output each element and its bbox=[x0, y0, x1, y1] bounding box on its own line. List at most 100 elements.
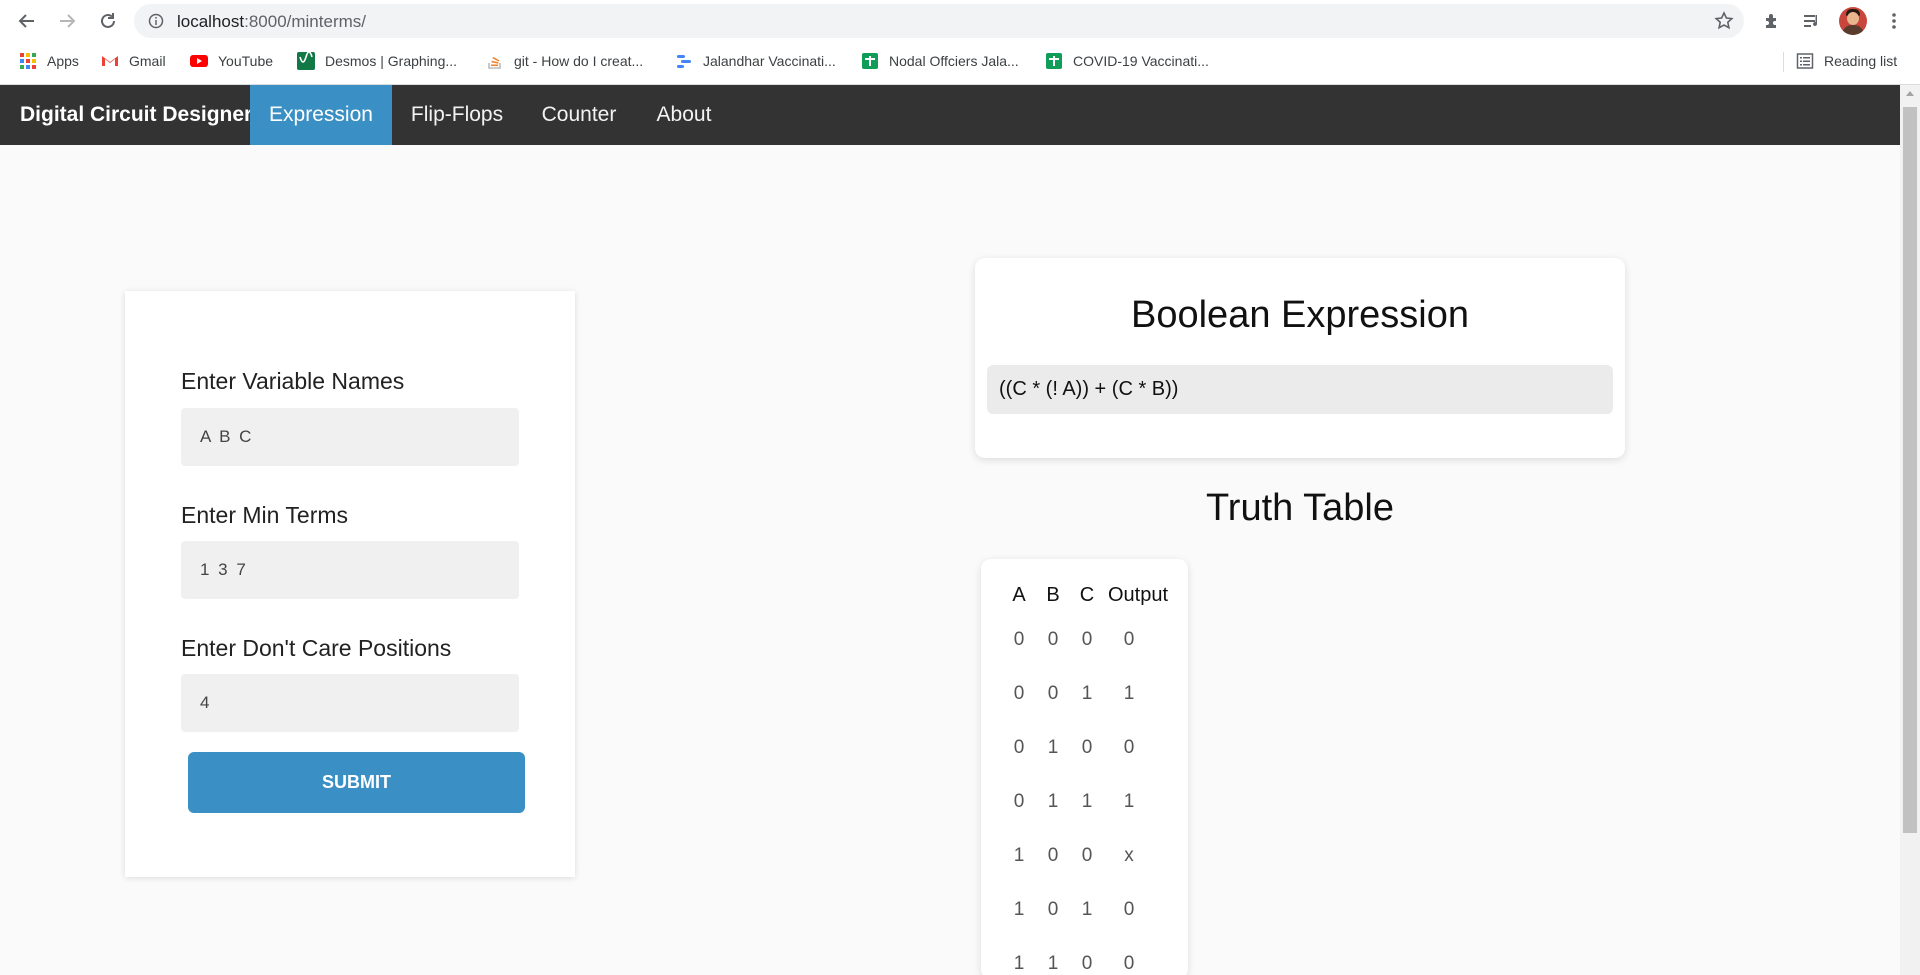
table-cell: 1 bbox=[1013, 845, 1025, 866]
bookmark-label: YouTube bbox=[218, 53, 274, 69]
nav-flip-flops[interactable]: Flip-Flops bbox=[392, 85, 522, 145]
desmos-icon bbox=[297, 51, 315, 70]
table-cell: 0 bbox=[1081, 953, 1093, 974]
bookmark-youtube[interactable]: YouTube bbox=[190, 50, 273, 72]
bookmark-desmos[interactable]: Desmos | Graphing... bbox=[297, 50, 457, 72]
bookmark-label: COVID-19 Vaccinati... bbox=[1073, 53, 1209, 69]
nav-about[interactable]: About bbox=[636, 85, 732, 145]
bookmark-gmail[interactable]: Gmail bbox=[101, 50, 166, 72]
table-cell: 0 bbox=[1013, 737, 1025, 758]
scroll-up-arrow-icon[interactable] bbox=[1906, 91, 1914, 96]
table-header-output: Output bbox=[1107, 584, 1169, 606]
url-text: localhost:8000/minterms/ bbox=[177, 12, 366, 31]
nav-expression[interactable]: Expression bbox=[250, 85, 392, 145]
bookmark-label: Jalandhar Vaccinati... bbox=[703, 53, 836, 69]
table-cell: 1 bbox=[1047, 737, 1059, 758]
reading-list-icon bbox=[1796, 52, 1814, 70]
info-icon[interactable] bbox=[148, 13, 164, 29]
expression-card: Boolean Expression ((C * (! A)) + (C * B… bbox=[975, 258, 1625, 458]
table-cell: 0 bbox=[1123, 953, 1135, 974]
media-control-icon[interactable] bbox=[1801, 10, 1823, 32]
minterm-form-card: Enter Variable Names Enter Min Terms Ent… bbox=[125, 291, 575, 877]
bookmark-star-icon[interactable] bbox=[1714, 11, 1734, 31]
table-cell: 1 bbox=[1123, 683, 1135, 704]
table-cell: 0 bbox=[1047, 629, 1059, 650]
forward-button[interactable] bbox=[55, 9, 79, 33]
table-cell: 0 bbox=[1081, 845, 1093, 866]
dontcare-input[interactable] bbox=[181, 674, 519, 732]
stackoverflow-icon bbox=[486, 52, 504, 70]
table-cell: 0 bbox=[1123, 737, 1135, 758]
table-header-b: B bbox=[1046, 584, 1060, 606]
reload-icon bbox=[101, 13, 115, 28]
youtube-icon bbox=[190, 52, 208, 70]
table-cell: 1 bbox=[1013, 953, 1025, 974]
expression-title: Boolean Expression bbox=[1131, 294, 1469, 336]
submit-button[interactable]: SUBMIT bbox=[188, 752, 525, 813]
bookmark-label: Desmos | Graphing... bbox=[325, 53, 458, 69]
table-cell: 0 bbox=[1123, 899, 1135, 920]
address-bar[interactable]: localhost:8000/minterms/ bbox=[134, 4, 1744, 38]
truth-table-title: Truth Table bbox=[1206, 487, 1394, 529]
table-header-a: A bbox=[1012, 584, 1026, 606]
variables-input[interactable] bbox=[181, 408, 519, 466]
bookmark-nodal[interactable]: Nodal Offciers Jala... bbox=[861, 50, 1019, 72]
table-cell: 1 bbox=[1047, 953, 1059, 974]
table-cell: 0 bbox=[1013, 629, 1025, 650]
minterms-label: Enter Min Terms bbox=[181, 502, 349, 528]
google-ads-icon bbox=[675, 52, 693, 70]
table-cell: 1 bbox=[1081, 683, 1093, 704]
table-cell: 1 bbox=[1081, 791, 1093, 812]
arrow-right-icon bbox=[60, 14, 76, 28]
browser-chrome: localhost:8000/minterms/ Apps Gmail YouT… bbox=[0, 0, 1920, 84]
dontcare-label: Enter Don't Care Positions bbox=[181, 635, 452, 661]
reading-list-label: Reading list bbox=[1824, 53, 1898, 69]
table-cell: 0 bbox=[1047, 845, 1059, 866]
variables-label: Enter Variable Names bbox=[181, 368, 405, 394]
table-cell: 0 bbox=[1081, 629, 1093, 650]
gmail-icon bbox=[101, 52, 119, 70]
more-menu-icon[interactable] bbox=[1883, 10, 1905, 32]
profile-avatar[interactable] bbox=[1839, 7, 1867, 35]
table-header-c: C bbox=[1079, 584, 1095, 606]
table-cell: 0 bbox=[1081, 737, 1093, 758]
table-cell: 0 bbox=[1013, 683, 1025, 704]
bookmark-apps[interactable]: Apps bbox=[19, 50, 79, 72]
truth-table: A B C Output 0 0 0 0 0 0 1 1 0 1 0 0 0 1… bbox=[981, 559, 1188, 975]
table-cell: x bbox=[1124, 845, 1134, 866]
table-cell: 1 bbox=[1123, 791, 1135, 812]
arrow-left-icon bbox=[18, 14, 34, 28]
bookmark-jalandhar[interactable]: Jalandhar Vaccinati... bbox=[675, 50, 836, 72]
table-cell: 0 bbox=[1047, 899, 1059, 920]
bookmark-label: Gmail bbox=[129, 53, 166, 69]
reload-button[interactable] bbox=[96, 9, 120, 33]
brand-title[interactable]: Digital Circuit Designer bbox=[20, 85, 252, 145]
table-cell: 0 bbox=[1123, 629, 1135, 650]
google-sheets-icon bbox=[1045, 52, 1063, 70]
expression-value: ((C * (! A)) + (C * B)) bbox=[999, 378, 1179, 400]
table-cell: 1 bbox=[1013, 899, 1025, 920]
reading-list-button[interactable]: Reading list bbox=[1796, 50, 1897, 72]
bookmark-label: git - How do I creat... bbox=[514, 53, 644, 69]
bookmarks-bar: Apps Gmail YouTube Desmos | Graphing... … bbox=[0, 46, 1920, 76]
apps-grid-icon bbox=[19, 52, 37, 70]
extensions-icon[interactable] bbox=[1761, 10, 1783, 32]
page-scrollbar[interactable] bbox=[1900, 85, 1920, 975]
bookmark-git[interactable]: git - How do I creat... bbox=[486, 50, 643, 72]
table-cell: 1 bbox=[1047, 791, 1059, 812]
table-cell: 0 bbox=[1047, 683, 1059, 704]
table-cell: 0 bbox=[1013, 791, 1025, 812]
table-cell: 1 bbox=[1081, 899, 1093, 920]
bookmark-label: Nodal Offciers Jala... bbox=[889, 53, 1019, 69]
scrollbar-thumb[interactable] bbox=[1903, 107, 1917, 833]
back-button[interactable] bbox=[15, 9, 39, 33]
app-navbar: Digital Circuit Designer Expression Flip… bbox=[0, 85, 1900, 145]
minterms-input[interactable] bbox=[181, 541, 519, 599]
bookmarks-divider bbox=[1783, 52, 1784, 72]
nav-counter[interactable]: Counter bbox=[522, 85, 636, 145]
browser-toolbar: localhost:8000/minterms/ bbox=[0, 0, 1920, 42]
google-sheets-icon bbox=[861, 52, 879, 70]
expression-box: ((C * (! A)) + (C * B)) bbox=[987, 365, 1613, 414]
bookmark-label: Apps bbox=[47, 53, 79, 69]
bookmark-covid[interactable]: COVID-19 Vaccinati... bbox=[1045, 50, 1209, 72]
